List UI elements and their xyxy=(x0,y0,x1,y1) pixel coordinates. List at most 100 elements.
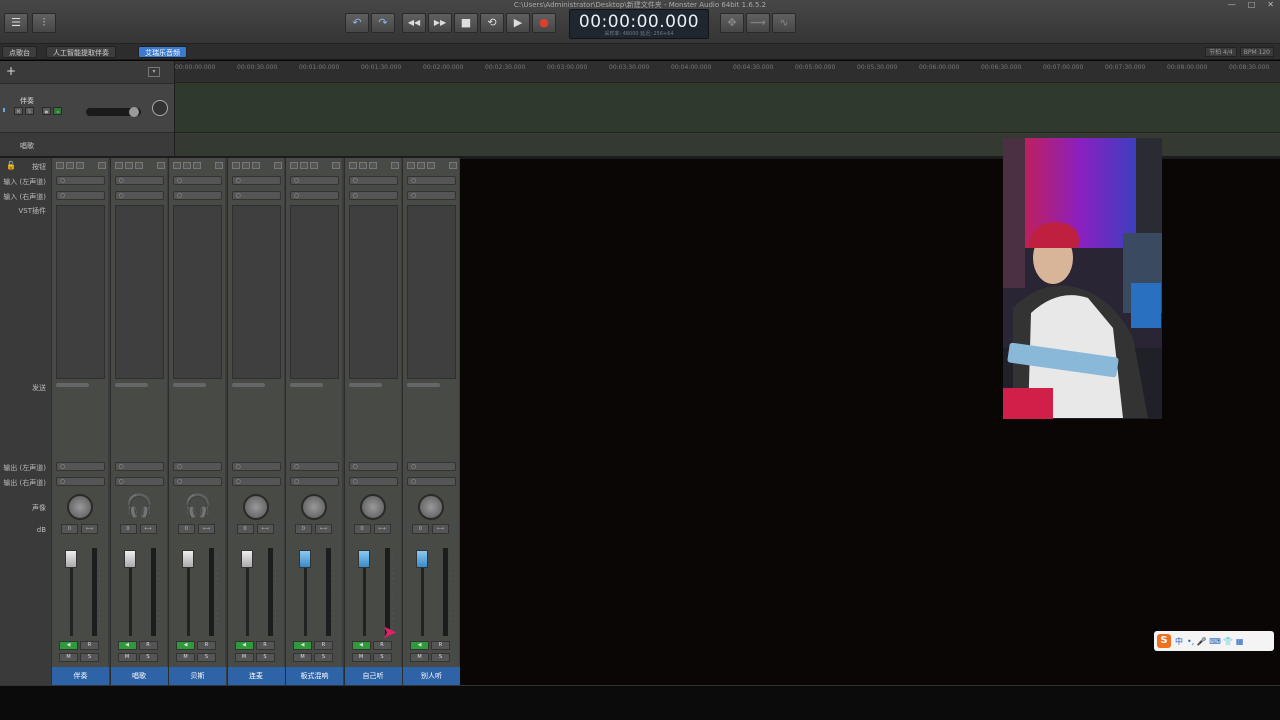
mixer-icon[interactable]: ⫶ xyxy=(32,13,56,33)
pan-knob[interactable] xyxy=(418,494,444,520)
strip-button[interactable] xyxy=(332,162,340,169)
tab-ai-extract[interactable]: 人工智能提取伴奏 xyxy=(46,46,116,58)
output-right-select[interactable]: ○ xyxy=(348,477,398,486)
strip-button[interactable] xyxy=(290,162,298,169)
db-value[interactable]: 0 xyxy=(61,524,78,534)
record-icon[interactable]: ● xyxy=(532,13,556,33)
strip-button[interactable] xyxy=(134,162,143,169)
mute-button[interactable]: M xyxy=(176,653,195,662)
input-left-select[interactable]: ○ xyxy=(348,176,398,185)
monitor-button[interactable]: ◀ xyxy=(59,641,78,650)
channel-name[interactable]: 贝斯 xyxy=(169,667,226,685)
stop-icon[interactable]: ■ xyxy=(454,13,478,33)
send-slider[interactable] xyxy=(173,383,206,387)
strip-button[interactable] xyxy=(215,162,223,169)
mute-button[interactable]: M xyxy=(14,107,23,115)
input-left-select[interactable]: ○ xyxy=(114,176,164,185)
vst-plugin-slot[interactable] xyxy=(407,205,456,379)
pan-knob[interactable] xyxy=(67,494,93,520)
monitor-button[interactable]: ◀ xyxy=(293,641,312,650)
input-right-select[interactable]: ○ xyxy=(56,191,105,200)
record-button[interactable]: R xyxy=(80,641,99,650)
bpm-display[interactable]: BPM 120 xyxy=(1239,47,1274,57)
strip-button[interactable] xyxy=(124,162,133,169)
monitor-button[interactable]: ◂ xyxy=(53,107,62,115)
strip-button[interactable] xyxy=(56,162,64,169)
tab-aireyue-audio[interactable]: 艾瑞乐音频 xyxy=(138,46,187,58)
output-left-select[interactable]: ○ xyxy=(290,462,339,471)
input-left-select[interactable]: ○ xyxy=(173,176,222,185)
send-slider[interactable] xyxy=(407,383,440,387)
db-value[interactable]: 0 xyxy=(119,524,137,534)
loop-icon[interactable]: ⟲ xyxy=(480,13,504,33)
strip-button[interactable] xyxy=(114,162,123,169)
volume-fader[interactable] xyxy=(240,550,253,568)
db-value[interactable]: 0 xyxy=(353,524,371,534)
input-right-select[interactable]: ○ xyxy=(231,191,281,200)
strip-button[interactable] xyxy=(66,162,74,169)
solo-button[interactable]: S xyxy=(138,653,158,662)
pan-knob[interactable] xyxy=(359,494,386,520)
mute-button[interactable]: M xyxy=(117,653,137,662)
output-left-select[interactable]: ○ xyxy=(114,462,164,471)
input-left-select[interactable]: ○ xyxy=(56,176,105,185)
db-link-button[interactable]: ⟷ xyxy=(373,524,391,534)
headphone-icon[interactable]: 🎧 xyxy=(126,494,153,520)
redo-icon[interactable]: ↷ xyxy=(371,13,395,33)
strip-button[interactable] xyxy=(273,162,282,169)
channel-name[interactable]: 连麦 xyxy=(227,667,285,685)
record-button[interactable]: R xyxy=(431,641,450,650)
time-ruler[interactable]: 00:00:00.000 00:00:30.000 00:01:00.000 00:0… xyxy=(175,61,1280,83)
vst-plugin-slot[interactable] xyxy=(173,205,222,379)
solo-button[interactable]: S xyxy=(431,653,450,662)
rewind-icon[interactable]: ◀◀ xyxy=(402,13,426,33)
monitor-button[interactable]: ◀ xyxy=(410,641,429,650)
strip-button[interactable] xyxy=(231,162,240,169)
db-link-button[interactable]: ⟷ xyxy=(432,524,449,534)
track-menu-button[interactable]: ▾ xyxy=(148,67,160,77)
strip-button[interactable] xyxy=(407,162,415,169)
vst-plugin-slot[interactable] xyxy=(348,205,398,379)
track-lane[interactable] xyxy=(175,83,1280,133)
strip-button[interactable] xyxy=(310,162,318,169)
output-right-select[interactable]: ○ xyxy=(290,477,339,486)
volume-thumb[interactable] xyxy=(129,107,139,117)
input-left-select[interactable]: ○ xyxy=(407,176,456,185)
db-link-button[interactable]: ⟷ xyxy=(139,524,157,534)
channel-name[interactable]: 别人听 xyxy=(403,667,460,685)
lock-icon[interactable]: 🔓 xyxy=(6,161,16,170)
vst-plugin-slot[interactable] xyxy=(231,205,281,379)
ime-tools[interactable]: •, 🎤 ⌨ 👕 ▦ xyxy=(1187,637,1243,646)
solo-button[interactable]: S xyxy=(197,653,216,662)
track-pan-knob[interactable] xyxy=(152,100,168,116)
strip-button[interactable] xyxy=(300,162,308,169)
send-slider[interactable] xyxy=(348,383,382,387)
output-right-select[interactable]: ○ xyxy=(173,477,222,486)
close-button[interactable]: ✕ xyxy=(1267,0,1274,9)
strip-button[interactable] xyxy=(173,162,181,169)
input-right-select[interactable]: ○ xyxy=(348,191,398,200)
mute-button[interactable]: M xyxy=(410,653,429,662)
db-value[interactable]: 0 xyxy=(412,524,429,534)
record-button[interactable]: R xyxy=(197,641,216,650)
curve-tool-icon[interactable]: ⟿ xyxy=(746,13,770,33)
db-link-button[interactable]: ⟷ xyxy=(315,524,332,534)
strip-button[interactable] xyxy=(348,162,357,169)
db-value[interactable]: 0 xyxy=(178,524,195,534)
db-link-button[interactable]: ⟷ xyxy=(81,524,98,534)
strip-button[interactable] xyxy=(427,162,435,169)
mute-button[interactable]: M xyxy=(351,653,371,662)
strip-button[interactable] xyxy=(449,162,457,169)
record-button[interactable]: R xyxy=(138,641,158,650)
input-right-select[interactable]: ○ xyxy=(173,191,222,200)
output-right-select[interactable]: ○ xyxy=(56,477,105,486)
send-slider[interactable] xyxy=(231,383,265,387)
strip-button[interactable] xyxy=(358,162,367,169)
monitor-button[interactable]: ◀ xyxy=(117,641,137,650)
record-arm-button[interactable]: ● xyxy=(42,107,51,115)
strip-button[interactable] xyxy=(368,162,377,169)
mute-button[interactable]: M xyxy=(293,653,312,662)
volume-fader[interactable] xyxy=(65,550,77,568)
pan-knob[interactable] xyxy=(301,494,327,520)
output-left-select[interactable]: ○ xyxy=(348,462,398,471)
